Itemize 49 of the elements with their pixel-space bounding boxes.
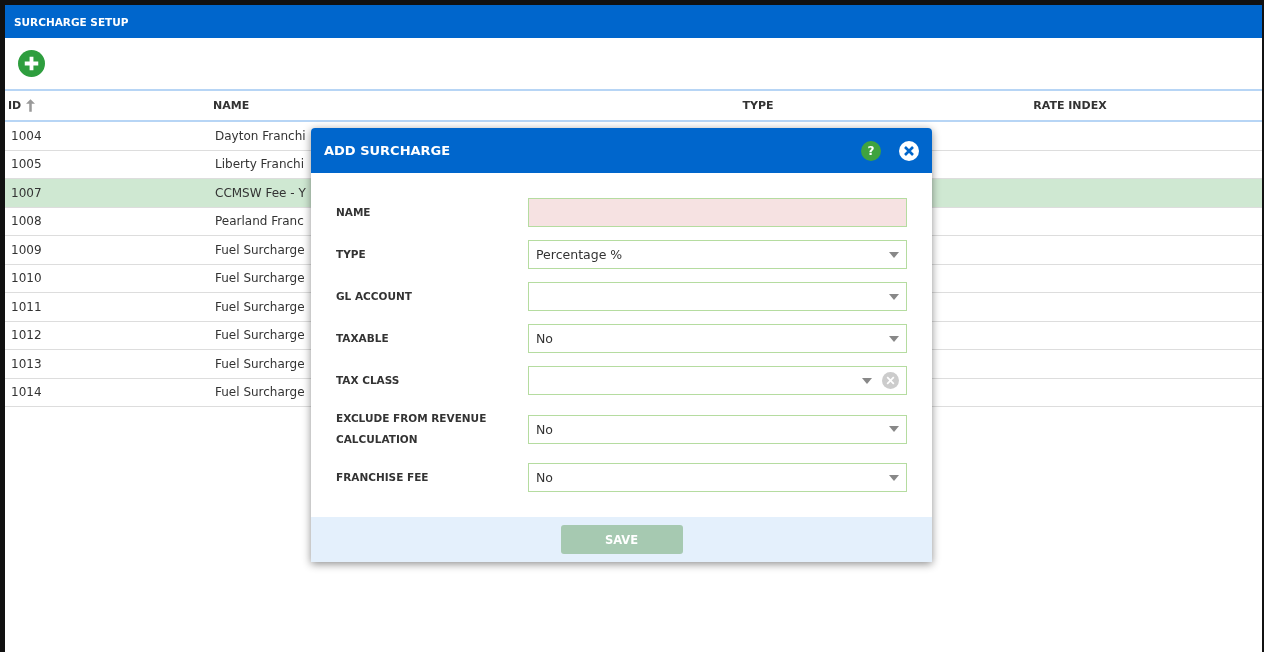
table-cell-text: 1014	[10, 385, 42, 400]
table-cell-text: Dayton Franchi	[214, 128, 306, 143]
dropdown-field[interactable]: Percentage %	[528, 240, 907, 269]
dialog-title: ADD SURCHARGE	[324, 143, 452, 158]
caret-icon	[889, 335, 899, 342]
field-label: GL ACCOUNT	[336, 289, 413, 304]
clear-icon[interactable]	[882, 372, 899, 389]
field-label: TAXABLE	[336, 331, 390, 346]
column-header[interactable]: NAME	[213, 99, 250, 112]
table-cell-text: Fuel Surcharge	[214, 271, 305, 286]
table-cell-text: Fuel Surcharge	[214, 356, 305, 371]
table-cell-text: 1007	[10, 185, 42, 200]
field-label: EXCLUDE FROM REVENUE CALCULATION	[336, 411, 488, 447]
field-label: TYPE	[336, 247, 367, 262]
table-cell-text: 1011	[10, 299, 42, 314]
dropdown-field[interactable]	[528, 282, 907, 311]
table-cell-text: CCMSW Fee - Y	[214, 185, 306, 200]
dropdown-field[interactable]: No	[528, 463, 907, 492]
caret-icon	[889, 293, 899, 300]
caret-icon	[889, 251, 899, 258]
caret-icon	[862, 377, 872, 384]
field-label: FRANCHISE FEE	[336, 470, 430, 485]
column-header[interactable]: RATE INDEX	[1033, 99, 1107, 112]
table-cell-text: 1009	[10, 242, 42, 257]
table-cell-text: Fuel Surcharge	[214, 299, 305, 314]
table-cell-text: 1008	[10, 214, 42, 229]
table-cell-text: 1010	[10, 271, 42, 286]
caret-icon	[889, 474, 899, 481]
close-icon[interactable]	[899, 140, 919, 161]
field-label: NAME	[336, 205, 372, 220]
dropdown-field[interactable]: No	[528, 324, 907, 353]
table-cell-text: Pearland Franc	[214, 214, 304, 229]
table-cell-text: Fuel Surcharge	[214, 242, 305, 257]
dropdown-field[interactable]: No	[528, 414, 907, 444]
table-cell-text: Fuel Surcharge	[214, 385, 305, 400]
table-cell-text: Fuel Surcharge	[214, 328, 305, 343]
table-cell-text: 1012	[10, 328, 42, 343]
table-cell-text: 1004	[10, 128, 42, 143]
add-icon[interactable]	[18, 50, 45, 77]
dropdown-field[interactable]	[528, 366, 907, 395]
column-header[interactable]: TYPE	[742, 99, 774, 112]
table-cell-text: 1005	[10, 157, 42, 172]
column-header[interactable]: ID	[8, 99, 22, 112]
table-cell-text: Liberty Franchi	[214, 157, 305, 172]
field-label: TAX CLASS	[336, 373, 401, 388]
page-title: SURCHARGE SETUP	[14, 15, 129, 28]
table-cell-text: 1013	[10, 356, 42, 371]
caret-icon	[889, 426, 899, 432]
text-field[interactable]	[528, 198, 907, 227]
